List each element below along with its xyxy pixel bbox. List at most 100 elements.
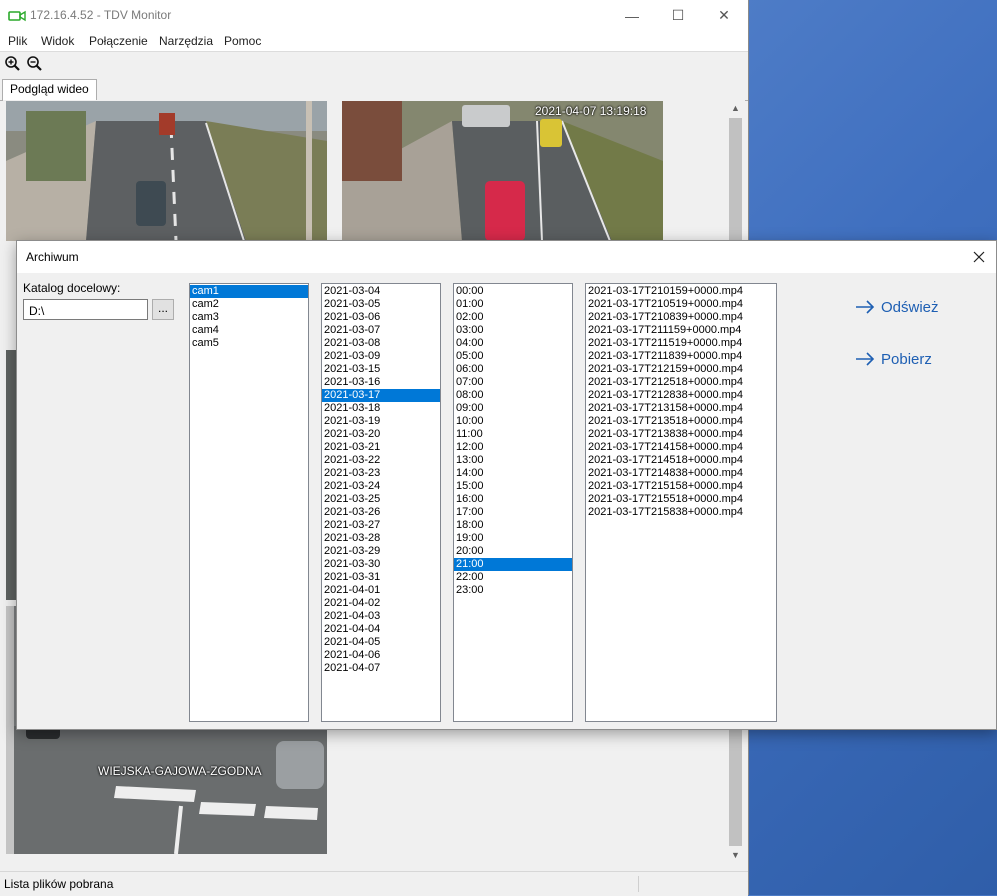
date-list-item[interactable]: 2021-04-06 bbox=[322, 649, 440, 662]
date-list-item[interactable]: 2021-04-04 bbox=[322, 623, 440, 636]
download-button[interactable]: Pobierz bbox=[855, 347, 932, 371]
file-list-item[interactable]: 2021-03-17T210839+0000.mp4 bbox=[586, 311, 776, 324]
target-directory-input[interactable]: D:\ bbox=[23, 299, 148, 320]
minimize-button[interactable]: — bbox=[609, 0, 655, 31]
hour-list-item[interactable]: 12:00 bbox=[454, 441, 572, 454]
dialog-close-icon[interactable] bbox=[962, 241, 996, 273]
date-list-item[interactable]: 2021-03-31 bbox=[322, 571, 440, 584]
menu-narzedzia[interactable]: Narzędzia bbox=[159, 34, 213, 48]
hour-list-item[interactable]: 19:00 bbox=[454, 532, 572, 545]
file-list-item[interactable]: 2021-03-17T212838+0000.mp4 bbox=[586, 389, 776, 402]
date-list-item[interactable]: 2021-03-07 bbox=[322, 324, 440, 337]
camera-list-item[interactable]: cam4 bbox=[190, 324, 308, 337]
file-list-item[interactable]: 2021-03-17T215518+0000.mp4 bbox=[586, 493, 776, 506]
date-list[interactable]: 2021-03-04 2021-03-05 2021-03-06 2021-03-07… bbox=[321, 283, 441, 722]
hour-list-item[interactable]: 03:00 bbox=[454, 324, 572, 337]
date-list-item[interactable]: 2021-03-30 bbox=[322, 558, 440, 571]
file-list-item[interactable]: 2021-03-17T211519+0000.mp4 bbox=[586, 337, 776, 350]
date-list-item[interactable]: 2021-03-21 bbox=[322, 441, 440, 454]
file-list-item[interactable]: 2021-03-17T210159+0000.mp4 bbox=[586, 285, 776, 298]
hour-list-item[interactable]: 10:00 bbox=[454, 415, 572, 428]
date-list-item[interactable]: 2021-04-03 bbox=[322, 610, 440, 623]
date-list-item[interactable]: 2021-03-26 bbox=[322, 506, 440, 519]
hour-list-item[interactable]: 14:00 bbox=[454, 467, 572, 480]
hour-list-item[interactable]: 07:00 bbox=[454, 376, 572, 389]
date-list-item[interactable]: 2021-03-17 bbox=[322, 389, 440, 402]
hour-list-item[interactable]: 21:00 bbox=[454, 558, 572, 571]
date-list-item[interactable]: 2021-03-24 bbox=[322, 480, 440, 493]
tab-video-preview[interactable]: Podgląd wideo bbox=[2, 79, 97, 100]
file-list-item[interactable]: 2021-03-17T214158+0000.mp4 bbox=[586, 441, 776, 454]
date-list-item[interactable]: 2021-03-20 bbox=[322, 428, 440, 441]
hour-list-item[interactable]: 16:00 bbox=[454, 493, 572, 506]
refresh-button[interactable]: Odśwież bbox=[855, 295, 939, 319]
zoom-in-icon[interactable] bbox=[4, 55, 22, 73]
date-list-item[interactable]: 2021-04-07 bbox=[322, 662, 440, 675]
file-list-item[interactable]: 2021-03-17T215158+0000.mp4 bbox=[586, 480, 776, 493]
file-list-item[interactable]: 2021-03-17T210519+0000.mp4 bbox=[586, 298, 776, 311]
date-list-item[interactable]: 2021-03-09 bbox=[322, 350, 440, 363]
date-list-item[interactable]: 2021-03-22 bbox=[322, 454, 440, 467]
hour-list-item[interactable]: 09:00 bbox=[454, 402, 572, 415]
date-list-item[interactable]: 2021-04-05 bbox=[322, 636, 440, 649]
file-list-item[interactable]: 2021-03-17T211159+0000.mp4 bbox=[586, 324, 776, 337]
scroll-down-icon[interactable]: ▼ bbox=[727, 847, 744, 864]
hour-list-item[interactable]: 00:00 bbox=[454, 285, 572, 298]
date-list-item[interactable]: 2021-03-04 bbox=[322, 285, 440, 298]
file-list[interactable]: 2021-03-17T210159+0000.mp4 2021-03-17T210… bbox=[585, 283, 777, 722]
date-list-item[interactable]: 2021-03-05 bbox=[322, 298, 440, 311]
hour-list-item[interactable]: 06:00 bbox=[454, 363, 572, 376]
date-list-item[interactable]: 2021-03-28 bbox=[322, 532, 440, 545]
hour-list-item[interactable]: 02:00 bbox=[454, 311, 572, 324]
camera-list-item[interactable]: cam1 bbox=[190, 285, 308, 298]
date-list-item[interactable]: 2021-03-27 bbox=[322, 519, 440, 532]
hour-list[interactable]: 00:00 01:00 02:00 03:00 04:00 05:00 06:00 07:00… bbox=[453, 283, 573, 722]
date-list-item[interactable]: 2021-03-23 bbox=[322, 467, 440, 480]
hour-list-item[interactable]: 23:00 bbox=[454, 584, 572, 597]
file-list-item[interactable]: 2021-03-17T213158+0000.mp4 bbox=[586, 402, 776, 415]
file-list-item[interactable]: 2021-03-17T215838+0000.mp4 bbox=[586, 506, 776, 519]
file-list-item[interactable]: 2021-03-17T214518+0000.mp4 bbox=[586, 454, 776, 467]
menu-widok[interactable]: Widok bbox=[41, 34, 74, 48]
file-list-item[interactable]: 2021-03-17T211839+0000.mp4 bbox=[586, 350, 776, 363]
date-list-item[interactable]: 2021-03-08 bbox=[322, 337, 440, 350]
close-button[interactable]: ✕ bbox=[701, 0, 747, 31]
camera-list[interactable]: cam1 cam2 cam3 cam4 cam5 bbox=[189, 283, 309, 722]
date-list-item[interactable]: 2021-04-02 bbox=[322, 597, 440, 610]
hour-list-item[interactable]: 18:00 bbox=[454, 519, 572, 532]
date-list-item[interactable]: 2021-03-06 bbox=[322, 311, 440, 324]
camera-list-item[interactable]: cam5 bbox=[190, 337, 308, 350]
date-list-item[interactable]: 2021-03-16 bbox=[322, 376, 440, 389]
hour-list-item[interactable]: 11:00 bbox=[454, 428, 572, 441]
date-list-item[interactable]: 2021-03-29 bbox=[322, 545, 440, 558]
camera-view-2[interactable]: 2021-04-07 13:19:18 bbox=[342, 101, 663, 241]
scroll-up-icon[interactable]: ▲ bbox=[727, 100, 744, 117]
zoom-out-icon[interactable] bbox=[26, 55, 44, 73]
hour-list-item[interactable]: 04:00 bbox=[454, 337, 572, 350]
menu-plik[interactable]: Plik bbox=[8, 34, 27, 48]
browse-button[interactable]: ... bbox=[152, 299, 174, 320]
hour-list-item[interactable]: 13:00 bbox=[454, 454, 572, 467]
date-list-item[interactable]: 2021-04-01 bbox=[322, 584, 440, 597]
menu-polaczenie[interactable]: Połączenie bbox=[89, 34, 148, 48]
hour-list-item[interactable]: 15:00 bbox=[454, 480, 572, 493]
camera-list-item[interactable]: cam3 bbox=[190, 311, 308, 324]
file-list-item[interactable]: 2021-03-17T213518+0000.mp4 bbox=[586, 415, 776, 428]
date-list-item[interactable]: 2021-03-18 bbox=[322, 402, 440, 415]
date-list-item[interactable]: 2021-03-19 bbox=[322, 415, 440, 428]
date-list-item[interactable]: 2021-03-25 bbox=[322, 493, 440, 506]
file-list-item[interactable]: 2021-03-17T213838+0000.mp4 bbox=[586, 428, 776, 441]
hour-list-item[interactable]: 05:00 bbox=[454, 350, 572, 363]
file-list-item[interactable]: 2021-03-17T212159+0000.mp4 bbox=[586, 363, 776, 376]
hour-list-item[interactable]: 08:00 bbox=[454, 389, 572, 402]
maximize-button[interactable]: ☐ bbox=[655, 0, 701, 31]
date-list-item[interactable]: 2021-03-15 bbox=[322, 363, 440, 376]
file-list-item[interactable]: 2021-03-17T212518+0000.mp4 bbox=[586, 376, 776, 389]
hour-list-item[interactable]: 01:00 bbox=[454, 298, 572, 311]
hour-list-item[interactable]: 17:00 bbox=[454, 506, 572, 519]
hour-list-item[interactable]: 22:00 bbox=[454, 571, 572, 584]
file-list-item[interactable]: 2021-03-17T214838+0000.mp4 bbox=[586, 467, 776, 480]
menu-pomoc[interactable]: Pomoc bbox=[224, 34, 261, 48]
hour-list-item[interactable]: 20:00 bbox=[454, 545, 572, 558]
camera-list-item[interactable]: cam2 bbox=[190, 298, 308, 311]
